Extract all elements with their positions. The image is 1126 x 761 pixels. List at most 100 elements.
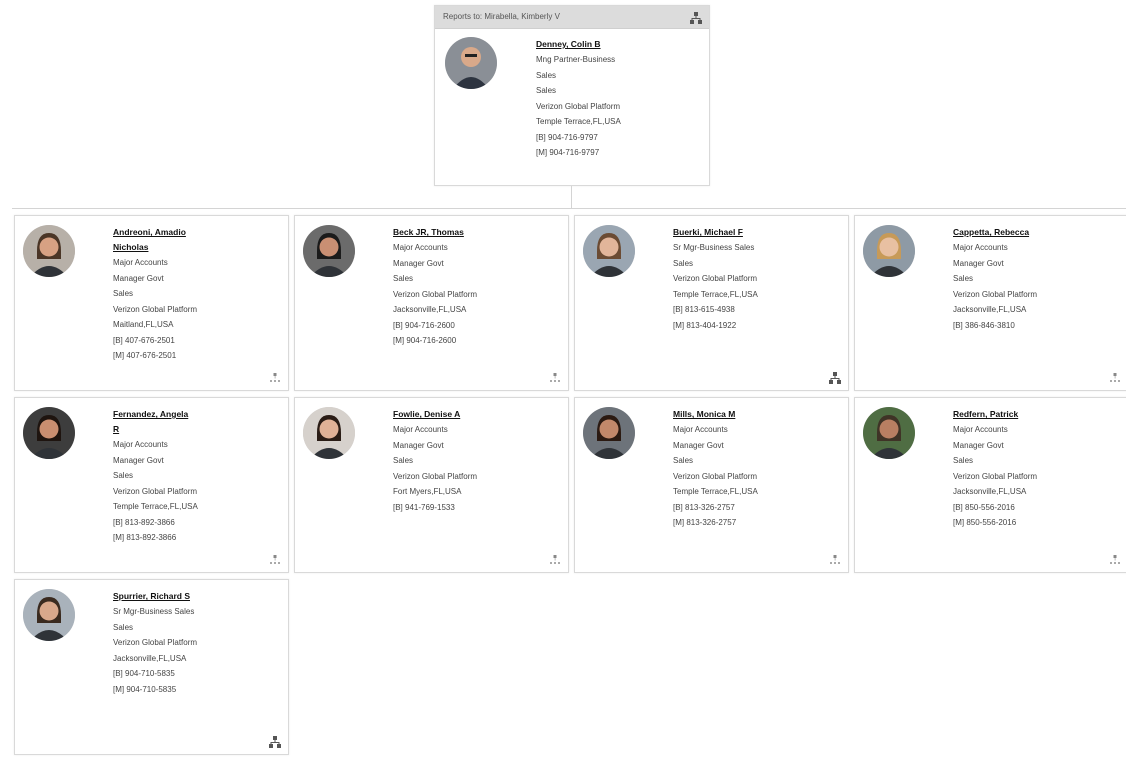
employee-detail: Verizon Global Platform bbox=[953, 289, 1038, 299]
employee-detail: Sales bbox=[393, 456, 414, 465]
employee-name-link[interactable]: Fowlie, Denise A bbox=[393, 407, 477, 422]
reports-to-header: Reports to: Mirabella, Kimberly V bbox=[435, 6, 709, 29]
employee-info: Fernandez, Angela R Major Accounts Manager … bbox=[113, 407, 198, 546]
employee-detail: [B] 904-710-5835 bbox=[113, 669, 175, 678]
employee-card[interactable]: Fowlie, Denise A Major Accounts Manager Go… bbox=[294, 397, 569, 573]
employee-detail: Sales bbox=[673, 258, 694, 268]
manager-detail: Mng Partner-Business bbox=[536, 55, 616, 64]
org-chart-icon[interactable] bbox=[828, 371, 842, 384]
employee-info: Mills, Monica M Major Accounts Manager Gov… bbox=[673, 407, 758, 531]
small-org-icon[interactable] bbox=[1108, 371, 1122, 383]
manager-detail: Temple Terrace,FL,USA bbox=[536, 117, 621, 126]
employee-name-line: Fernandez, Angela bbox=[113, 409, 189, 419]
employee-detail: Verizon Global Platform bbox=[953, 471, 1038, 481]
employee-detail: Manager Govt bbox=[953, 440, 1004, 450]
employee-detail: [B] 813-615-4938 bbox=[673, 305, 735, 314]
employee-detail: Verizon Global Platform bbox=[673, 274, 758, 283]
small-org-icon[interactable] bbox=[548, 553, 562, 565]
employee-detail: Manager Govt bbox=[113, 273, 164, 283]
employee-detail: Sales bbox=[393, 274, 414, 283]
employee-detail: Jacksonville,FL,USA bbox=[953, 305, 1027, 314]
employee-card[interactable]: Spurrier, Richard S Sr Mgr-Business Sales… bbox=[14, 579, 289, 755]
employee-name-link[interactable]: Beck JR, Thomas bbox=[393, 225, 477, 240]
employee-detail: [M] 813-326-2757 bbox=[673, 518, 737, 527]
employee-detail: Temple Terrace,FL,USA bbox=[673, 289, 758, 299]
tree-connector bbox=[12, 208, 1126, 209]
employee-card[interactable]: Fernandez, Angela R Major Accounts Manager … bbox=[14, 397, 289, 573]
org-chart-icon[interactable] bbox=[268, 735, 282, 748]
manager-card[interactable]: Reports to: Mirabella, Kimberly V Denney… bbox=[434, 5, 710, 186]
small-org-icon[interactable] bbox=[268, 371, 282, 383]
small-org-icon[interactable] bbox=[1108, 553, 1122, 565]
employee-detail: [M] 850-556-2016 bbox=[953, 518, 1017, 527]
employee-detail: Sr Mgr-Business Sales bbox=[673, 243, 755, 252]
employee-card[interactable]: Andreoni, Amadio Nicholas Major Accounts Ma… bbox=[14, 215, 289, 391]
employee-card[interactable]: Buerki, Michael F Sr Mgr-Business Sales Sa… bbox=[574, 215, 849, 391]
employee-detail: Temple Terrace,FL,USA bbox=[673, 487, 758, 496]
employee-detail: Manager Govt bbox=[953, 258, 1004, 268]
employee-detail: Manager Govt bbox=[393, 258, 444, 268]
employee-info: Andreoni, Amadio Nicholas Major Accounts Ma… bbox=[113, 225, 197, 364]
tree-connector bbox=[571, 186, 572, 208]
employee-detail: Maitland,FL,USA bbox=[113, 320, 174, 329]
employee-detail: Manager Govt bbox=[393, 440, 444, 450]
employee-detail: Verizon Global Platform bbox=[393, 471, 478, 481]
employee-detail: Verizon Global Platform bbox=[113, 486, 198, 496]
employee-detail: Manager Govt bbox=[673, 440, 724, 450]
manager-detail: Sales bbox=[536, 86, 557, 95]
employee-name-link[interactable]: Spurrier, Richard S bbox=[113, 589, 197, 604]
employee-name-line: Nicholas bbox=[113, 242, 149, 252]
employee-name-link[interactable]: Fernandez, Angela R bbox=[113, 407, 198, 437]
employee-name-line: Andreoni, Amadio bbox=[113, 227, 186, 237]
employee-info: Beck JR, Thomas Major Accounts Manager Gov… bbox=[393, 225, 477, 349]
org-chart-icon[interactable] bbox=[689, 11, 703, 24]
avatar bbox=[583, 407, 635, 459]
employee-info: Cappetta, Rebecca Major Accounts Manager G… bbox=[953, 225, 1037, 333]
employee-detail: [B] 813-892-3866 bbox=[113, 517, 175, 527]
employee-name-link[interactable]: Redfern, Patrick bbox=[953, 407, 1037, 422]
employee-name-line: Redfern, Patrick bbox=[953, 409, 1019, 419]
employee-name-line: Beck JR, Thomas bbox=[393, 227, 464, 237]
employee-detail: Fort Myers,FL,USA bbox=[393, 487, 462, 496]
small-org-icon[interactable] bbox=[548, 371, 562, 383]
employee-card[interactable]: Beck JR, Thomas Major Accounts Manager Gov… bbox=[294, 215, 569, 391]
employee-detail: Verizon Global Platform bbox=[673, 471, 758, 481]
avatar bbox=[23, 589, 75, 641]
employee-detail: Verizon Global Platform bbox=[393, 289, 478, 299]
employee-name-link[interactable]: Andreoni, Amadio Nicholas bbox=[113, 225, 197, 255]
employee-detail: Verizon Global Platform bbox=[113, 304, 198, 314]
employee-detail: [M] 904-710-5835 bbox=[113, 684, 177, 694]
employee-name-line: R bbox=[113, 424, 120, 434]
employee-card[interactable]: Cappetta, Rebecca Major Accounts Manager G… bbox=[854, 215, 1126, 391]
avatar bbox=[303, 407, 355, 459]
small-org-icon[interactable] bbox=[828, 553, 842, 565]
employee-info: Fowlie, Denise A Major Accounts Manager Go… bbox=[393, 407, 477, 515]
employee-detail: Sales bbox=[673, 456, 694, 465]
employee-name-link[interactable]: Cappetta, Rebecca bbox=[953, 225, 1037, 240]
employee-name-link[interactable]: Buerki, Michael F bbox=[673, 225, 758, 240]
employee-detail: Verizon Global Platform bbox=[113, 638, 198, 647]
employee-card[interactable]: Mills, Monica M Major Accounts Manager Gov… bbox=[574, 397, 849, 573]
avatar bbox=[863, 225, 915, 277]
employee-detail: Temple Terrace,FL,USA bbox=[113, 502, 198, 511]
employee-info: Spurrier, Richard S Sr Mgr-Business Sales… bbox=[113, 589, 197, 697]
employee-card[interactable]: Redfern, Patrick Major Accounts Manager Go… bbox=[854, 397, 1126, 573]
manager-detail: [B] 904-716-9797 bbox=[536, 132, 598, 142]
employee-detail: Major Accounts bbox=[393, 243, 448, 252]
avatar bbox=[445, 37, 497, 89]
employee-detail: [B] 813-326-2757 bbox=[673, 502, 735, 512]
employee-detail: [M] 904-716-2600 bbox=[393, 336, 457, 345]
employee-detail: Jacksonville,FL,USA bbox=[953, 487, 1027, 496]
employee-name-line: Cappetta, Rebecca bbox=[953, 227, 1030, 237]
employee-detail: [B] 941-769-1533 bbox=[393, 502, 455, 512]
employee-detail: Jacksonville,FL,USA bbox=[113, 653, 187, 663]
employee-detail: [M] 407-676-2501 bbox=[113, 351, 177, 360]
reports-to-label: Reports to: Mirabella, Kimberly V bbox=[443, 12, 560, 21]
avatar bbox=[863, 407, 915, 459]
avatar bbox=[303, 225, 355, 277]
manager-detail: Sales bbox=[536, 70, 557, 80]
employee-name-link[interactable]: Denney, Colin B bbox=[536, 37, 621, 52]
employee-name-link[interactable]: Mills, Monica M bbox=[673, 407, 758, 422]
employee-detail: Manager Govt bbox=[113, 455, 164, 465]
small-org-icon[interactable] bbox=[268, 553, 282, 565]
